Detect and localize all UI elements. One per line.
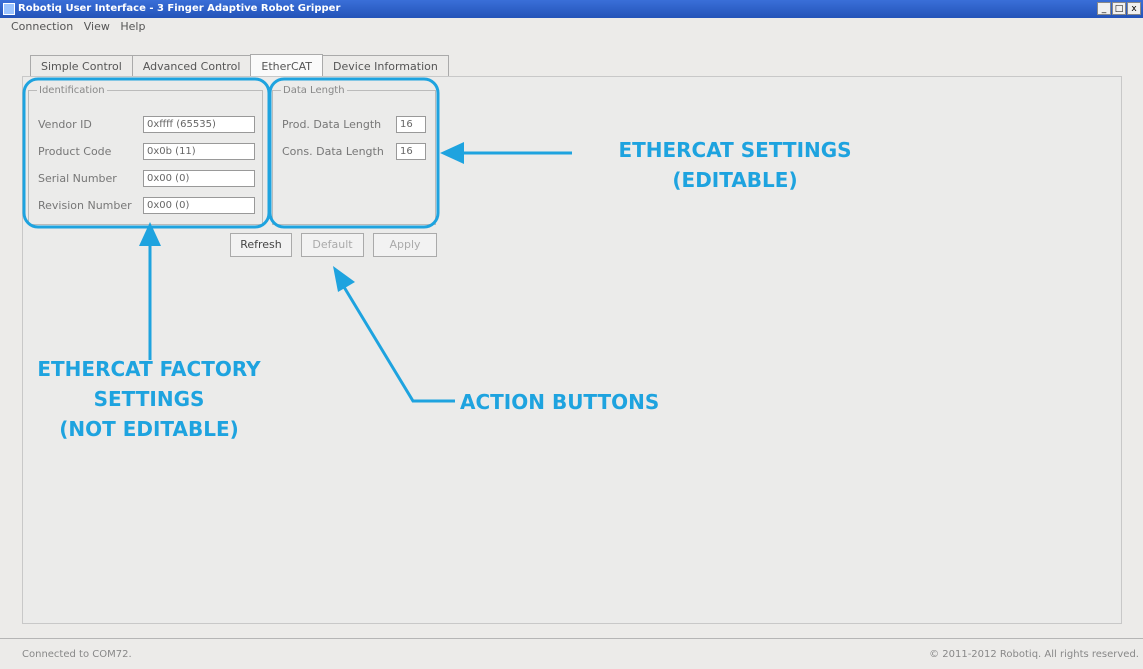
cons-data-length-label: Cons. Data Length	[282, 145, 384, 158]
menu-connection[interactable]: Connection	[11, 20, 73, 33]
copyright-text: © 2011-2012 Robotiq. All rights reserved…	[929, 649, 1139, 660]
data-length-legend: Data Length	[283, 85, 345, 96]
minimize-button[interactable]: _	[1097, 2, 1111, 15]
connection-status: Connected to COM72.	[22, 649, 132, 660]
menu-bar: Connection View Help	[0, 18, 1143, 36]
product-code-field: 0x0b (11)	[143, 143, 255, 160]
revision-number-label: Revision Number	[38, 199, 132, 212]
status-bar: Connected to COM72. © 2011-2012 Robotiq.…	[0, 638, 1143, 669]
action-buttons-callout: ACTION BUTTONS	[460, 390, 660, 414]
factory-settings-line-2: SETTINGS	[93, 387, 205, 411]
ethercat-settings-callout: ETHERCAT SETTINGS (EDITABLE)	[585, 135, 885, 195]
maximize-button[interactable]: □	[1112, 2, 1126, 15]
cons-data-length-input[interactable]: 16	[396, 143, 426, 160]
tab-device-information[interactable]: Device Information	[322, 55, 449, 77]
ethercat-settings-line-2: (EDITABLE)	[672, 168, 798, 192]
default-button[interactable]: Default	[301, 233, 364, 257]
window-title: Robotiq User Interface - 3 Finger Adapti…	[18, 3, 341, 14]
tab-advanced-control[interactable]: Advanced Control	[131, 55, 252, 77]
close-button[interactable]: x	[1127, 2, 1141, 15]
vendor-id-label: Vendor ID	[38, 118, 92, 131]
serial-number-label: Serial Number	[38, 172, 117, 185]
factory-settings-line-3: (NOT EDITABLE)	[59, 417, 239, 441]
vendor-id-field: 0xffff (65535)	[143, 116, 255, 133]
menu-help[interactable]: Help	[120, 20, 145, 33]
tab-bar: Simple Control Advanced Control EtherCAT…	[30, 53, 449, 78]
serial-number-field: 0x00 (0)	[143, 170, 255, 187]
title-bar: Robotiq User Interface - 3 Finger Adapti…	[0, 0, 1143, 18]
prod-data-length-input[interactable]: 16	[396, 116, 426, 133]
app-icon	[3, 3, 15, 15]
ethercat-settings-line-1: ETHERCAT SETTINGS	[618, 138, 852, 162]
window-controls: _ □ x	[1097, 2, 1141, 15]
product-code-label: Product Code	[38, 145, 112, 158]
tab-simple-control[interactable]: Simple Control	[30, 55, 133, 77]
refresh-button[interactable]: Refresh	[230, 233, 292, 257]
tab-ethercat[interactable]: EtherCAT	[250, 54, 324, 78]
revision-number-field: 0x00 (0)	[143, 197, 255, 214]
identification-legend: Identification	[39, 85, 105, 96]
menu-view[interactable]: View	[84, 20, 110, 33]
prod-data-length-label: Prod. Data Length	[282, 118, 382, 131]
factory-settings-callout: ETHERCAT FACTORY SETTINGS (NOT EDITABLE)	[0, 354, 298, 444]
factory-settings-line-1: ETHERCAT FACTORY	[37, 357, 261, 381]
apply-button[interactable]: Apply	[373, 233, 437, 257]
